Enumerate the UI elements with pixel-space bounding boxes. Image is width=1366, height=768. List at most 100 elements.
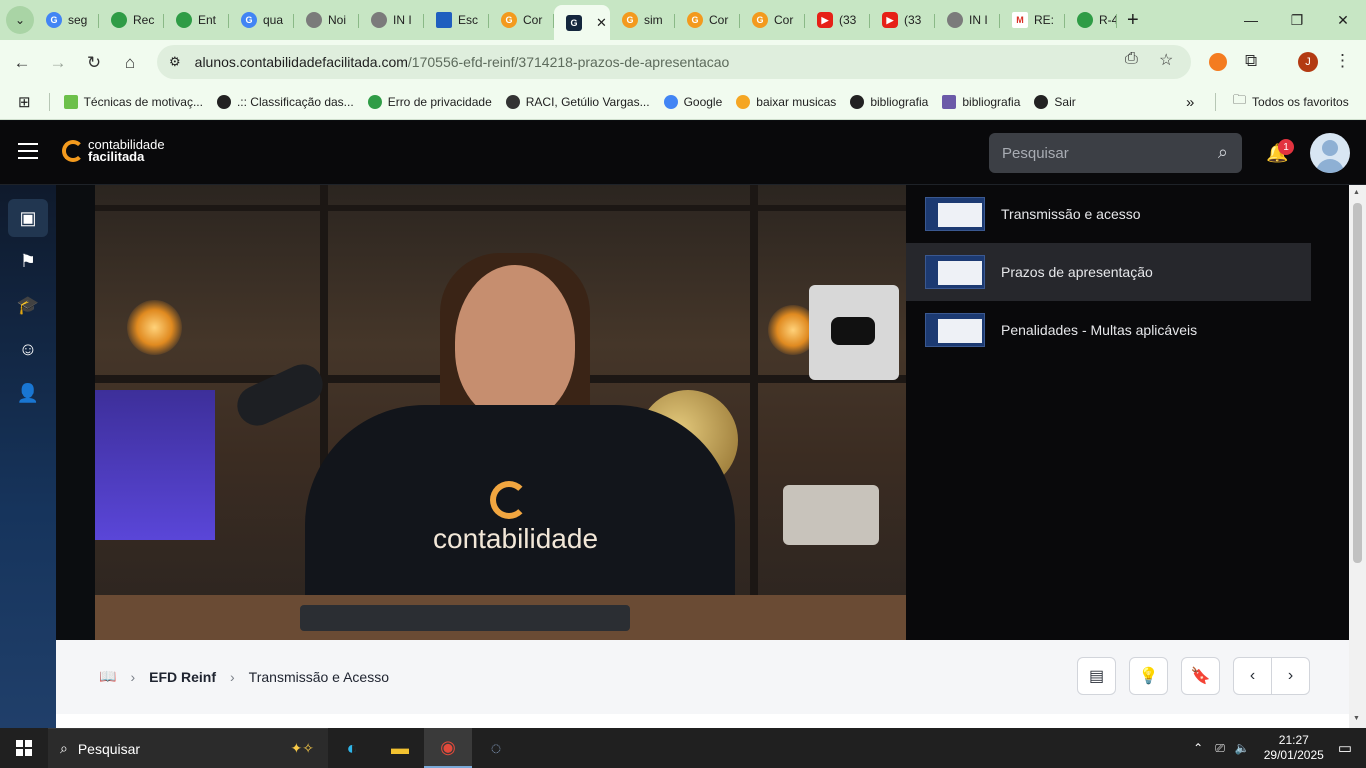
site-logo[interactable]: contabilidade facilitada — [62, 138, 165, 163]
all-bookmarks-folder[interactable]: 🗀 Todos os favoritos — [1233, 91, 1349, 113]
tab-search-button[interactable]: ⌄ — [6, 6, 34, 34]
browser-tab[interactable]: Rec — [99, 5, 164, 35]
browser-tab[interactable]: R-4 — [1065, 5, 1117, 35]
browser-tab[interactable]: M RE: — [1000, 5, 1065, 35]
apps-grid-icon[interactable]: ⊞ — [18, 93, 31, 111]
system-tray: ⌃ ⎚ 🔈 21:27 29/01/2025 ▭ — [1193, 728, 1366, 768]
logo-mark-icon — [62, 140, 84, 162]
lessons-icon[interactable]: ▣ — [8, 199, 48, 237]
chevron-right-icon: › — [130, 668, 136, 685]
contabilidade-icon: G — [501, 12, 517, 28]
close-tab-icon[interactable]: ✕ — [596, 15, 607, 31]
search-input[interactable]: Pesquisar ⌕ — [989, 133, 1242, 173]
browser-tab[interactable]: IN I — [935, 5, 1000, 35]
next-lesson-button[interactable]: › — [1272, 658, 1309, 694]
browser-tab[interactable]: Gqua — [229, 5, 294, 35]
app-icon[interactable]: ◌ — [472, 728, 520, 768]
gmail-icon: M — [1012, 12, 1028, 28]
scroll-thumb[interactable] — [1353, 203, 1362, 563]
bookmark-item[interactable]: Google — [663, 95, 722, 109]
light-toggle-button[interactable]: 💡 — [1129, 657, 1168, 695]
install-app-icon[interactable]: ⎙ — [1125, 50, 1138, 68]
browser-tab[interactable]: Gsim — [610, 5, 675, 35]
browser-tab[interactable]: Ent — [164, 5, 229, 35]
volume-icon[interactable]: 🔈 — [1235, 741, 1250, 755]
profile-avatar[interactable]: J — [1298, 52, 1318, 72]
back-button[interactable]: ← — [4, 45, 40, 81]
bookmark-item[interactable]: RACI, Getúlio Vargas... — [505, 95, 650, 109]
lesson-item[interactable]: Penalidades - Multas aplicáveis — [906, 301, 1311, 359]
site-info-icon[interactable]: ⚙ — [169, 54, 181, 70]
browser-tab[interactable]: G Cor — [489, 5, 554, 35]
bookmark-star-icon[interactable]: ☆ — [1159, 50, 1173, 70]
layout-toggle-button[interactable]: ▤ — [1077, 657, 1116, 695]
bookmark-item[interactable]: bibliografia — [850, 95, 928, 109]
reload-button[interactable]: ↻ — [76, 45, 112, 81]
start-button[interactable] — [0, 728, 48, 768]
bookmark-item[interactable]: Técnicas de motivaç... — [63, 95, 203, 109]
breadcrumb-course[interactable]: EFD Reinf — [149, 669, 216, 685]
user-icon[interactable]: 👤 — [8, 374, 48, 412]
lesson-item-current[interactable]: Prazos de apresentação — [906, 243, 1311, 301]
home-button[interactable]: ⌂ — [112, 45, 148, 81]
minimize-button[interactable]: — — [1228, 0, 1274, 40]
flag-icon[interactable]: ⚑ — [8, 242, 48, 280]
menu-hamburger-icon[interactable] — [18, 143, 38, 161]
edge-app-icon[interactable]: ◐ — [328, 728, 376, 768]
user-avatar[interactable] — [1310, 133, 1350, 173]
taskbar-search[interactable]: ⌕ Pesquisar ✦✧ — [48, 728, 328, 768]
bookmark-favicon-icon — [63, 95, 78, 109]
bookmark-item[interactable]: bibliografia — [942, 95, 1020, 109]
chrome-app-icon[interactable]: ◉ — [424, 728, 472, 768]
globe-icon — [1034, 95, 1049, 109]
book-icon[interactable]: 📖 — [99, 668, 116, 685]
menu-kebab-icon[interactable]: ⋮ — [1334, 51, 1351, 71]
left-sidebar: ▣ ⚑ 🎓 ☺ 👤 — [0, 185, 56, 728]
browser-tab[interactable]: Gseg — [34, 5, 99, 35]
page-scrollbar[interactable]: ▲ ▼ — [1349, 185, 1366, 728]
bookmark-lesson-button[interactable]: 🔖 — [1181, 657, 1220, 695]
lesson-pager: ‹ › — [1233, 657, 1310, 695]
scroll-up-icon[interactable]: ▲ — [1353, 189, 1360, 196]
browser-tab[interactable]: ▶ (33 — [805, 5, 870, 35]
browser-tab[interactable]: G Cor — [675, 5, 740, 35]
notifications-icon[interactable]: ▭ — [1338, 739, 1352, 757]
bookmark-item[interactable]: Erro de privacidade — [367, 95, 492, 109]
browser-tab[interactable]: Noi — [294, 5, 359, 35]
search-icon[interactable]: ⌕ — [1218, 142, 1228, 163]
chevron-left-icon: ‹ — [1249, 667, 1256, 684]
browser-tab-active[interactable]: G ✕ — [554, 5, 610, 41]
browser-tab[interactable]: G Cor — [740, 5, 805, 35]
more-bookmarks-icon[interactable]: » — [1186, 94, 1194, 111]
search-icon: ⌕ — [60, 740, 68, 756]
breadcrumb-module[interactable]: Transmissão e Acesso — [249, 669, 389, 685]
lightbulb-icon: 💡 — [1138, 668, 1159, 685]
forward-button[interactable]: → — [40, 45, 76, 81]
restore-button[interactable]: ❐ — [1274, 0, 1320, 40]
chevron-up-icon[interactable]: ⌃ — [1193, 741, 1203, 755]
clock[interactable]: 21:27 29/01/2025 — [1264, 733, 1324, 763]
extension-icon[interactable] — [1209, 53, 1227, 71]
bookmark-item[interactable]: baixar musicas — [736, 95, 836, 109]
close-window-button[interactable]: ✕ — [1320, 0, 1366, 40]
video-player[interactable]: contabilidade — [95, 185, 906, 640]
browser-tab[interactable]: IN I — [359, 5, 424, 35]
globe-icon — [371, 12, 387, 28]
url-bar[interactable]: ⚙ alunos.contabilidadefacilitada.com/170… — [157, 45, 1191, 79]
brazil-flag-icon — [176, 12, 192, 28]
browser-tab[interactable]: Esc — [424, 5, 489, 35]
previous-lesson-button[interactable]: ‹ — [1234, 658, 1272, 694]
file-explorer-icon[interactable]: ▬ — [376, 728, 424, 768]
browser-tab-strip: ⌄ Gseg Rec Ent Gqua Noi IN I Esc G Cor G ✕… — [0, 0, 1366, 41]
smiley-icon[interactable]: ☺ — [8, 330, 48, 368]
extensions-puzzle-icon[interactable]: ⧉ — [1245, 51, 1257, 71]
bookmark-item[interactable]: .:: Classificação das... — [216, 95, 354, 109]
bookmark-item[interactable]: Sair — [1034, 95, 1076, 109]
new-tab-button[interactable]: + — [1127, 9, 1139, 32]
lesson-item[interactable]: Transmissão e acesso — [906, 185, 1311, 243]
browser-tab[interactable]: ▶ (33 — [870, 5, 935, 35]
graduation-cap-icon[interactable]: 🎓 — [8, 286, 48, 324]
brazil-flag-icon — [1077, 12, 1093, 28]
scroll-down-icon[interactable]: ▼ — [1353, 715, 1360, 722]
network-icon[interactable]: ⎚ — [1215, 741, 1225, 756]
